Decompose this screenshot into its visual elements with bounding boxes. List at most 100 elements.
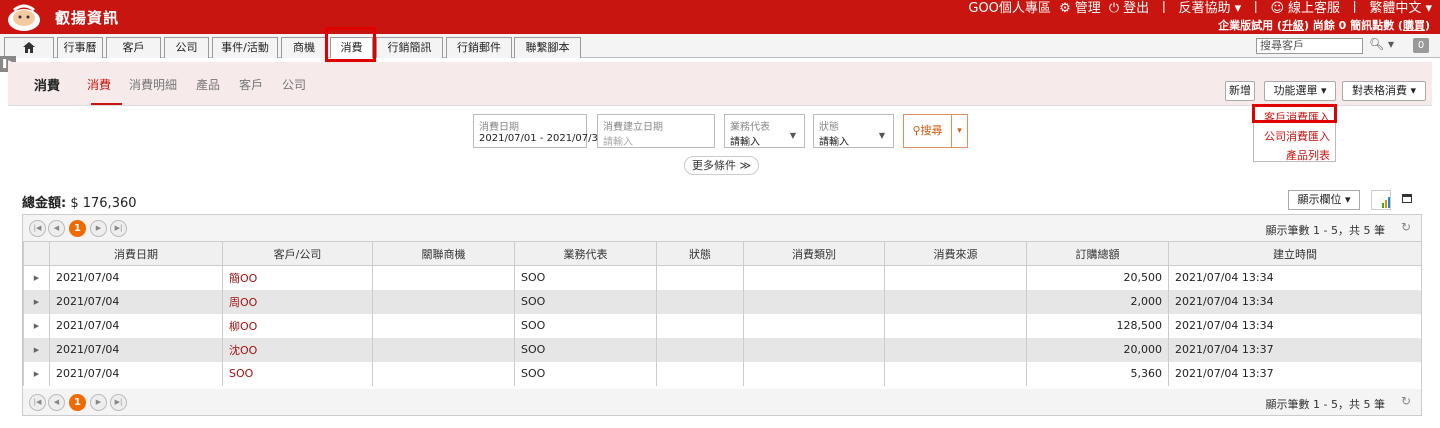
add-button[interactable]: 新增	[1225, 81, 1255, 101]
personal-area-link[interactable]: GOO個人專區	[968, 1, 1051, 16]
cell-opportunity	[372, 313, 515, 338]
expand-row-icon[interactable]: ▶	[23, 289, 50, 314]
chevron-down-icon: ▼	[878, 131, 885, 140]
tab-contact-scripts[interactable]: 聯繫腳本	[514, 37, 581, 58]
col-date[interactable]: 消費日期	[49, 241, 223, 266]
cell-customer-link[interactable]: 柳OO	[222, 313, 373, 338]
tab-events[interactable]: 事件/活動	[212, 37, 278, 58]
highlight-box	[325, 27, 376, 62]
show-columns-label: 顯示欄位	[1297, 193, 1342, 206]
language-select[interactable]: 繁體中文 ▾	[1369, 1, 1432, 16]
table-row[interactable]: ▶ 2021/07/04 SOO SOO 5,360 2021/07/04 13…	[23, 361, 1422, 386]
refresh-icon[interactable]: ↻	[1401, 220, 1411, 234]
cell-customer-link[interactable]: 沈OO	[222, 337, 373, 362]
first-page-icon[interactable]: |◀	[29, 394, 46, 411]
filter-created-date[interactable]: 消費建立日期 請輸入	[597, 114, 715, 148]
prev-page-icon[interactable]: ◀	[48, 220, 65, 237]
tab-sms-marketing[interactable]: 行銷簡訊	[376, 37, 443, 58]
expand-row-icon[interactable]: ▶	[23, 361, 50, 386]
tab-calendar[interactable]: 行事曆	[57, 37, 103, 58]
subtab-consumption[interactable]: 消費	[87, 76, 111, 93]
customer-search-input[interactable]: 搜尋客戶	[1256, 38, 1363, 54]
tab-customers[interactable]: 客戶	[106, 37, 161, 58]
buy-link[interactable]: 購買	[1403, 19, 1425, 32]
last-page-icon[interactable]: ▶|	[110, 220, 127, 237]
cell-status	[656, 361, 744, 386]
filter-placeholder: 請輸入	[603, 137, 633, 148]
window-icon[interactable]	[1402, 194, 1412, 203]
first-page-icon[interactable]: |◀	[29, 220, 46, 237]
online-support-link[interactable]: ☺ 線上客服	[1270, 1, 1340, 16]
cell-sales-rep: SOO	[514, 313, 657, 338]
col-status[interactable]: 狀態	[656, 241, 744, 266]
show-columns-button[interactable]: 顯示欄位 ▾	[1288, 190, 1360, 210]
table-row[interactable]: ▶ 2021/07/04 簡OO SOO 20,500 2021/07/04 1…	[23, 265, 1422, 290]
next-page-icon[interactable]: ▶	[90, 394, 107, 411]
filter-label: 狀態	[819, 122, 839, 133]
cell-order-total: 20,500	[1026, 265, 1169, 290]
col-created-time[interactable]: 建立時間	[1168, 241, 1422, 266]
next-page-icon[interactable]: ▶	[90, 220, 107, 237]
notification-badge[interactable]: 0	[1413, 38, 1429, 53]
menu-item-product-list[interactable]: 產品列表	[1286, 147, 1330, 163]
trial-prefix: 企業版試用 (	[1218, 19, 1282, 32]
col-category[interactable]: 消費類別	[743, 241, 885, 266]
search-icon[interactable]: 🔍︎ ▾	[1369, 37, 1394, 51]
subtab-customers[interactable]: 客戶	[239, 76, 263, 93]
current-page[interactable]: 1	[69, 394, 86, 411]
pager-bottom: |◀ ◀ 1 ▶ ▶| 顯示筆數 1 - 5，共 5 筆 ↻	[23, 389, 1421, 415]
consumption-table: 消費日期 客戶/公司 關聯商機 業務代表 狀態 消費類別 消費來源 訂購總額 建…	[23, 241, 1422, 386]
table-consumption-label: 對表格消費	[1351, 84, 1407, 97]
logout-link[interactable]: ⏻ 登出	[1109, 1, 1149, 16]
tab-email-marketing[interactable]: 行銷郵件	[446, 37, 512, 58]
home-tab[interactable]	[4, 37, 54, 58]
col-source[interactable]: 消費來源	[884, 241, 1027, 266]
current-page[interactable]: 1	[69, 220, 86, 237]
cell-order-total: 2,000	[1026, 289, 1169, 314]
help-link[interactable]: 反著協助 ▾	[1178, 1, 1241, 16]
upgrade-link[interactable]: 升級	[1282, 19, 1304, 32]
table-row[interactable]: ▶ 2021/07/04 柳OO SOO 128,500 2021/07/04 …	[23, 313, 1422, 338]
search-button[interactable]: ⚲搜尋	[903, 114, 952, 148]
table-consumption-button[interactable]: 對表格消費 ▾	[1342, 81, 1426, 101]
col-opportunity[interactable]: 關聯商機	[372, 241, 515, 266]
filter-consumption-date[interactable]: 消費日期 2021/07/01 - 2021/07/31	[473, 114, 604, 148]
cell-customer-link[interactable]: 周OO	[222, 289, 373, 314]
admin-link[interactable]: ⚙ 管理	[1059, 1, 1101, 16]
menu-item-company-import[interactable]: 公司消費匯入	[1264, 128, 1330, 144]
cell-category	[743, 265, 885, 290]
refresh-icon[interactable]: ↻	[1401, 394, 1411, 408]
subtab-consumption-detail[interactable]: 消費明細	[129, 76, 177, 93]
subtab-companies[interactable]: 公司	[282, 76, 306, 93]
filter-value: 請輸入	[819, 137, 849, 148]
cell-created-time: 2021/07/04 13:37	[1168, 337, 1422, 362]
cell-customer-link[interactable]: SOO	[222, 361, 373, 386]
cell-date: 2021/07/04	[49, 265, 223, 290]
col-customer[interactable]: 客戶/公司	[222, 241, 373, 266]
cell-category	[743, 361, 885, 386]
cell-order-total: 5,360	[1026, 361, 1169, 386]
filter-status[interactable]: 狀態 請輸入 ▼	[813, 114, 894, 148]
cell-customer-link[interactable]: 簡OO	[222, 265, 373, 290]
expand-row-icon[interactable]: ▶	[23, 265, 50, 290]
tab-companies[interactable]: 公司	[164, 37, 209, 58]
filter-sales-rep[interactable]: 業務代表 請輸入 ▼	[724, 114, 805, 148]
last-page-icon[interactable]: ▶|	[110, 394, 127, 411]
total-amount: 總金額: $ 176,360	[22, 192, 137, 211]
col-sales-rep[interactable]: 業務代表	[514, 241, 657, 266]
table-row[interactable]: ▶ 2021/07/04 沈OO SOO 20,000 2021/07/04 1…	[23, 337, 1422, 362]
search-options-toggle[interactable]: ▾	[952, 114, 968, 148]
prev-page-icon[interactable]: ◀	[48, 394, 65, 411]
main-tab-bar: 行事曆 客戶 公司 事件/活動 商機 消費 行銷簡訊 行銷郵件 聯繫腳本	[0, 34, 1440, 58]
table-row[interactable]: ▶ 2021/07/04 周OO SOO 2,000 2021/07/04 13…	[23, 289, 1422, 314]
cell-created-time: 2021/07/04 13:34	[1168, 289, 1422, 314]
cell-source	[884, 337, 1027, 362]
subtab-products[interactable]: 產品	[196, 76, 220, 93]
tab-opportunities[interactable]: 商機	[281, 37, 327, 58]
chart-icon[interactable]	[1371, 190, 1391, 210]
function-menu-button[interactable]: 功能選單 ▾	[1264, 81, 1336, 101]
more-conditions-button[interactable]: 更多條件 ≫	[684, 156, 759, 175]
expand-row-icon[interactable]: ▶	[23, 337, 50, 362]
expand-row-icon[interactable]: ▶	[23, 313, 50, 338]
col-order-total[interactable]: 訂購總額	[1026, 241, 1169, 266]
